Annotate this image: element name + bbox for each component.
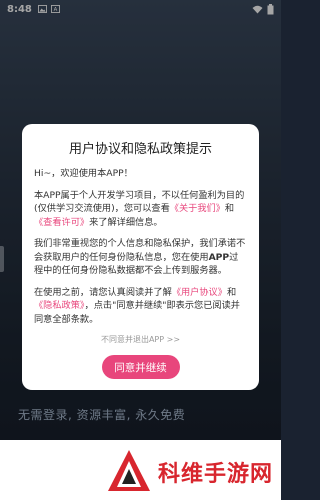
intro-text-2: 和	[224, 203, 235, 214]
dialog-paragraph-terms: 在使用之前，请您认真阅读并了解《用户协议》和《隐私政策》，点击"同意并继续"即表…	[34, 286, 247, 327]
intro-text-3: 来了解详细信息。	[89, 216, 163, 228]
brand-name: 科维手游网	[158, 462, 274, 487]
decline-exit-link[interactable]: 不同意并退出APP >>	[34, 334, 247, 345]
privacy-dialog: 用户协议和隐私政策提示 Hi~，欢迎使用本APP！ 本APP属于个人开发学习项目…	[22, 124, 259, 390]
terms-text-1: 在使用之前，请您认真阅读并了解	[34, 286, 172, 298]
privacy-policy-link[interactable]: 《隐私政策》	[34, 300, 85, 311]
privacy-text-bold: APP	[208, 251, 230, 263]
dialog-greeting: Hi~，欢迎使用本APP！	[34, 168, 133, 179]
terms-text-2: 和	[226, 286, 237, 298]
brand-logo-icon	[108, 450, 150, 491]
dialog-body: Hi~，欢迎使用本APP！ 本APP属于个人开发学习项目，不以任何盈利为目的(仅…	[34, 167, 247, 326]
edge-handle	[0, 246, 4, 272]
view-license-link[interactable]: 《查看许可》	[34, 217, 89, 228]
dialog-paragraph-intro: 本APP属于个人开发学习项目，不以任何盈利为目的(仅供学习交流使用)，您可以查看…	[34, 189, 247, 230]
about-us-link[interactable]: 《关于我们》	[170, 203, 225, 214]
user-agreement-link[interactable]: 《用户协议》	[172, 287, 227, 298]
app-slogan: 无需登录, 资源丰富, 永久免费	[18, 408, 186, 422]
agree-continue-button[interactable]: 同意并继续	[101, 355, 180, 379]
dialog-title: 用户协议和隐私政策提示	[68, 142, 212, 157]
dialog-paragraph-privacy: 我们非常重视您的个人信息和隐私保护，我们承诺不会获取用户的任何身份隐私信息，您在…	[34, 237, 247, 278]
